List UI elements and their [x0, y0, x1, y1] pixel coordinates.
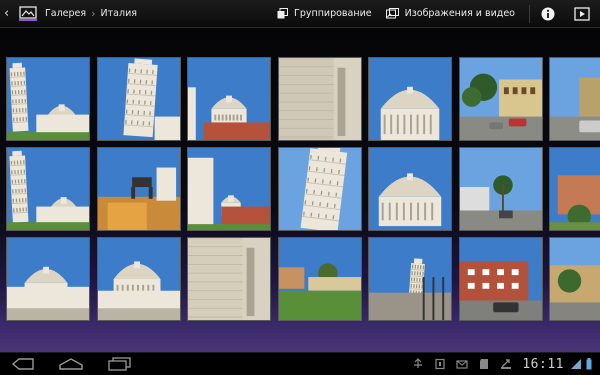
photo-thumbnail[interactable] [458, 57, 543, 141]
action-bar: ‹ Галерея › Италия Группирование Изображ… [0, 0, 600, 28]
photo-thumbnail[interactable] [549, 57, 600, 141]
wifi-icon [570, 358, 582, 370]
nav-recent-apps-icon[interactable] [104, 355, 134, 373]
email-icon [456, 358, 468, 370]
photo-thumbnail[interactable] [6, 57, 90, 141]
photo-grid-area[interactable] [0, 28, 600, 352]
sd-card-icon [478, 358, 490, 370]
breadcrumb-current: Италия [100, 8, 137, 19]
media-filter-label: Изображения и видео [404, 8, 515, 19]
photo-thumbnail[interactable] [96, 57, 181, 141]
back-chevron-icon[interactable]: ‹ [4, 0, 16, 28]
notification-icon [434, 358, 446, 370]
images-and-video-icon [385, 8, 399, 19]
photo-thumbnail[interactable] [549, 147, 600, 231]
photo-thumbnail[interactable] [277, 237, 362, 321]
photo-thumbnail[interactable] [549, 237, 600, 321]
photo-thumbnail[interactable] [277, 147, 362, 231]
system-bar: 16:11 [0, 352, 600, 375]
photo-thumbnail[interactable] [6, 237, 90, 321]
photo-thumbnail[interactable] [6, 147, 90, 231]
nav-back-icon[interactable] [8, 355, 38, 373]
group-by-label: Группирование [294, 8, 372, 19]
group-by-button[interactable]: Группирование [277, 8, 372, 19]
slideshow-play-icon[interactable] [574, 6, 590, 22]
nav-home-icon[interactable] [56, 355, 86, 373]
info-icon[interactable] [540, 6, 556, 22]
photo-thumbnail[interactable] [187, 237, 271, 321]
photo-thumbnail[interactable] [187, 147, 271, 231]
photo-thumbnail[interactable] [368, 237, 452, 321]
divider [529, 4, 530, 23]
photo-thumbnail[interactable] [96, 147, 181, 231]
photo-thumbnail[interactable] [277, 57, 362, 141]
usb-debug-icon [412, 358, 424, 370]
media-filter-button[interactable]: Изображения и видео [385, 8, 515, 19]
photo-thumbnail[interactable] [458, 237, 543, 321]
photo-thumbnail[interactable] [368, 147, 452, 231]
photo-thumbnail[interactable] [368, 57, 452, 141]
clock[interactable]: 16:11 [522, 357, 564, 372]
download-icon [500, 358, 512, 370]
photo-thumbnail[interactable] [458, 147, 543, 231]
stack-icon [277, 8, 289, 19]
photo-thumbnail[interactable] [96, 237, 181, 321]
battery-icon [586, 358, 592, 370]
breadcrumb-root[interactable]: Галерея [45, 8, 86, 19]
photo-thumbnail[interactable] [187, 57, 271, 141]
breadcrumb-separator-icon: › [91, 7, 96, 20]
gallery-icon[interactable] [19, 6, 37, 21]
